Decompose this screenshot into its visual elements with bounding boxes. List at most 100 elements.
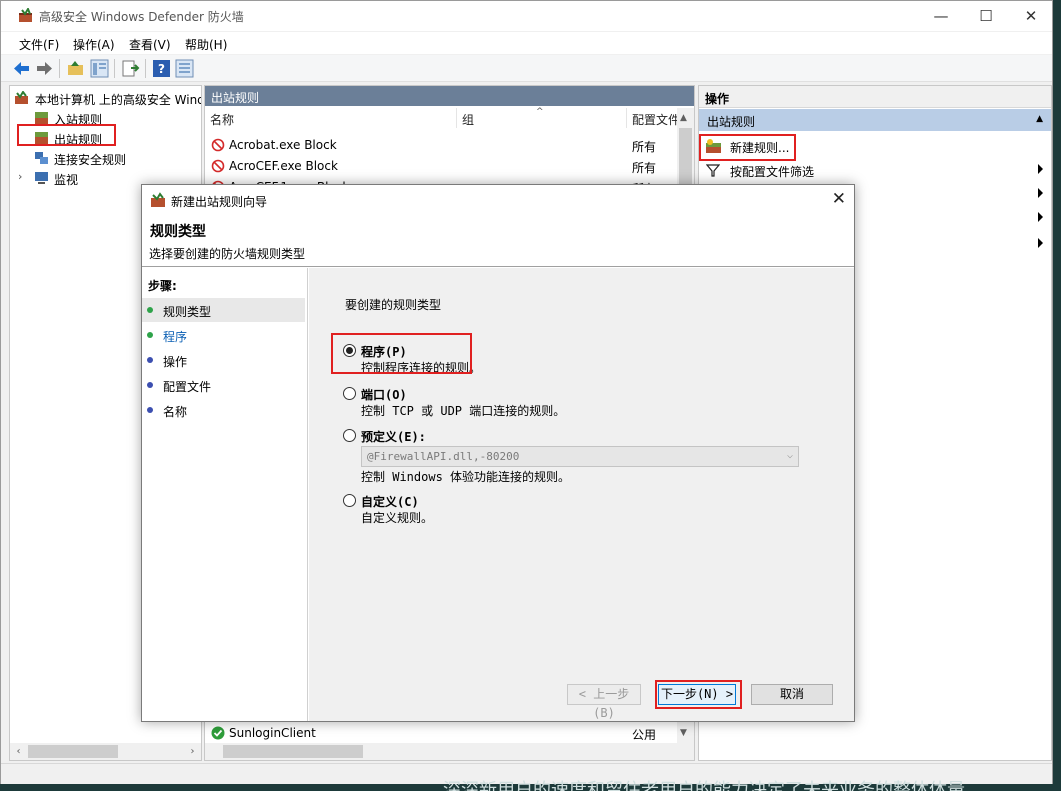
- show-tree-icon[interactable]: [90, 59, 109, 78]
- window-title: 高级安全 Windows Defender 防火墙: [39, 10, 244, 24]
- block-icon: [211, 138, 225, 152]
- step-program[interactable]: 程序: [142, 323, 305, 347]
- menu-action[interactable]: 操作(A): [73, 36, 115, 53]
- rule-profile: 公用: [632, 728, 657, 742]
- option-custom-desc: 自定义规则。: [361, 511, 434, 525]
- option-predefined-desc: 控制 Windows 体验功能连接的规则。: [361, 470, 571, 484]
- actions-header: 操作: [699, 86, 1051, 108]
- step-label: 配置文件: [163, 380, 212, 394]
- scroll-up-icon[interactable]: ▲: [680, 113, 687, 123]
- back-button[interactable]: < 上一步(B): [567, 684, 641, 720]
- dialog-content: 要创建的规则类型 程序(P) 控制程序连接的规则。 端口(O) 控制 TCP 或…: [309, 268, 854, 721]
- submenu-arrow-icon: [1038, 188, 1043, 198]
- step-dot: [147, 407, 153, 413]
- close-button[interactable]: ✕: [1008, 1, 1054, 31]
- step-dot: [147, 382, 153, 388]
- predefined-value: @FirewallAPI.dll,-80200: [367, 450, 520, 463]
- submenu-arrow-icon: [1038, 164, 1043, 174]
- dialog-subheading: 选择要创建的防火墙规则类型: [149, 247, 306, 261]
- column-name[interactable]: 名称: [205, 108, 457, 128]
- wizard-app-icon: [151, 192, 165, 207]
- collapse-icon[interactable]: ▲: [1036, 114, 1043, 124]
- cancel-button[interactable]: 取消: [751, 684, 833, 705]
- scroll-left-icon[interactable]: ‹: [10, 743, 27, 760]
- rule-profile: 所有: [632, 161, 657, 175]
- menu-file[interactable]: 文件(F): [19, 36, 59, 53]
- column-profile[interactable]: 配置文件: [627, 108, 677, 128]
- rule-name: Acrobat.exe Block: [229, 138, 337, 152]
- radio-port[interactable]: [343, 387, 356, 400]
- toolbar-separator: [145, 59, 146, 78]
- action-filter-by-profile[interactable]: 按配置文件筛选: [699, 158, 1051, 182]
- rule-name: SunloginClient: [229, 726, 316, 740]
- step-profile[interactable]: 配置文件: [142, 373, 305, 397]
- highlight-next-button: [655, 680, 742, 709]
- scroll-right-icon[interactable]: ›: [184, 743, 201, 760]
- firewall-root-icon: [15, 91, 28, 104]
- menu-view[interactable]: 查看(V): [129, 36, 171, 53]
- option-predefined-label[interactable]: 预定义(E):: [361, 428, 426, 445]
- chevron-down-icon: ⌵: [786, 450, 793, 461]
- tree-hscrollbar[interactable]: ‹ ›: [10, 743, 201, 760]
- firewall-app-icon: [19, 8, 32, 22]
- step-action[interactable]: 操作: [142, 348, 305, 372]
- radio-custom[interactable]: [343, 494, 356, 507]
- option-port-desc: 控制 TCP 或 UDP 端口连接的规则。: [361, 404, 566, 418]
- dialog-close-icon[interactable]: ✕: [832, 189, 846, 209]
- step-dot: [147, 357, 153, 363]
- actions-section-label: 出站规则: [707, 115, 756, 129]
- scroll-thumb[interactable]: [223, 745, 363, 758]
- option-custom-label[interactable]: 自定义(C): [361, 493, 419, 510]
- table-row[interactable]: AcroCEF.exe Block 所有: [205, 156, 694, 177]
- scroll-down-icon[interactable]: ▼: [680, 728, 687, 738]
- step-name[interactable]: 名称: [142, 398, 305, 422]
- menu-help[interactable]: 帮助(H): [185, 36, 227, 53]
- table-row[interactable]: Acrobat.exe Block 所有: [205, 135, 694, 156]
- minimize-button[interactable]: —: [918, 1, 964, 31]
- action-label: 按配置文件筛选: [730, 165, 815, 179]
- export-list-icon[interactable]: [121, 59, 140, 78]
- steps-panel: 步骤: 规则类型 程序 操作 配置文件 名称: [142, 268, 308, 721]
- tree-root-label: 本地计算机 上的高级安全 Windo: [35, 93, 202, 107]
- dialog-heading: 规则类型: [150, 224, 206, 240]
- rules-header: 出站规则: [205, 86, 694, 106]
- forward-arrow-icon[interactable]: [35, 59, 54, 78]
- actions-section-outbound[interactable]: 出站规则 ▲: [699, 109, 1051, 131]
- inbound-rules-icon: [35, 112, 48, 124]
- monitor-icon: [35, 172, 48, 184]
- rules-hscrollbar[interactable]: [205, 743, 694, 760]
- filter-icon: [706, 164, 720, 177]
- submenu-arrow-icon: [1038, 238, 1043, 248]
- scroll-thumb[interactable]: [28, 745, 118, 758]
- toolbar: ?: [1, 55, 1052, 82]
- new-outbound-rule-wizard: 新建出站规则向导 ✕ 规则类型 选择要创建的防火墙规则类型 步骤: 规则类型 程…: [141, 184, 855, 722]
- highlight-program-option: [331, 333, 472, 374]
- maximize-button[interactable]: ☐: [963, 1, 1009, 31]
- predefined-select[interactable]: @FirewallAPI.dll,-80200 ⌵: [361, 446, 799, 467]
- step-label: 规则类型: [163, 305, 212, 319]
- step-label: 名称: [163, 405, 188, 419]
- up-folder-icon[interactable]: [66, 59, 85, 78]
- rule-profile: 所有: [632, 140, 657, 154]
- block-icon: [211, 159, 225, 173]
- step-done-dot: [147, 307, 153, 313]
- sort-up-icon: ^: [536, 107, 544, 117]
- back-arrow-icon[interactable]: [12, 59, 31, 78]
- toolbar-separator: [114, 59, 115, 78]
- watermark-text: 深深新用户的速度和留住老用户的能力决定了未来业务的整体体量: [443, 780, 965, 791]
- scroll-thumb[interactable]: [679, 128, 692, 188]
- radio-predefined[interactable]: [343, 429, 356, 442]
- svg-text:?: ?: [158, 62, 165, 76]
- title-bar: 高级安全 Windows Defender 防火墙 — ☐ ✕: [1, 1, 1052, 31]
- step-label: 程序: [163, 330, 188, 344]
- option-port-label[interactable]: 端口(O): [361, 386, 407, 403]
- connection-security-icon: [35, 152, 48, 164]
- step-rule-type[interactable]: 规则类型: [142, 298, 305, 322]
- highlight-outbound: [17, 124, 116, 146]
- table-row[interactable]: SunloginClient 公用: [205, 723, 694, 744]
- help-icon[interactable]: ?: [152, 59, 171, 78]
- expand-chevron-icon[interactable]: ›: [18, 170, 22, 183]
- prompt-label: 要创建的规则类型: [345, 298, 442, 312]
- show-action-pane-icon[interactable]: [175, 59, 194, 78]
- menu-bar: 文件(F) 操作(A) 查看(V) 帮助(H): [1, 32, 1052, 54]
